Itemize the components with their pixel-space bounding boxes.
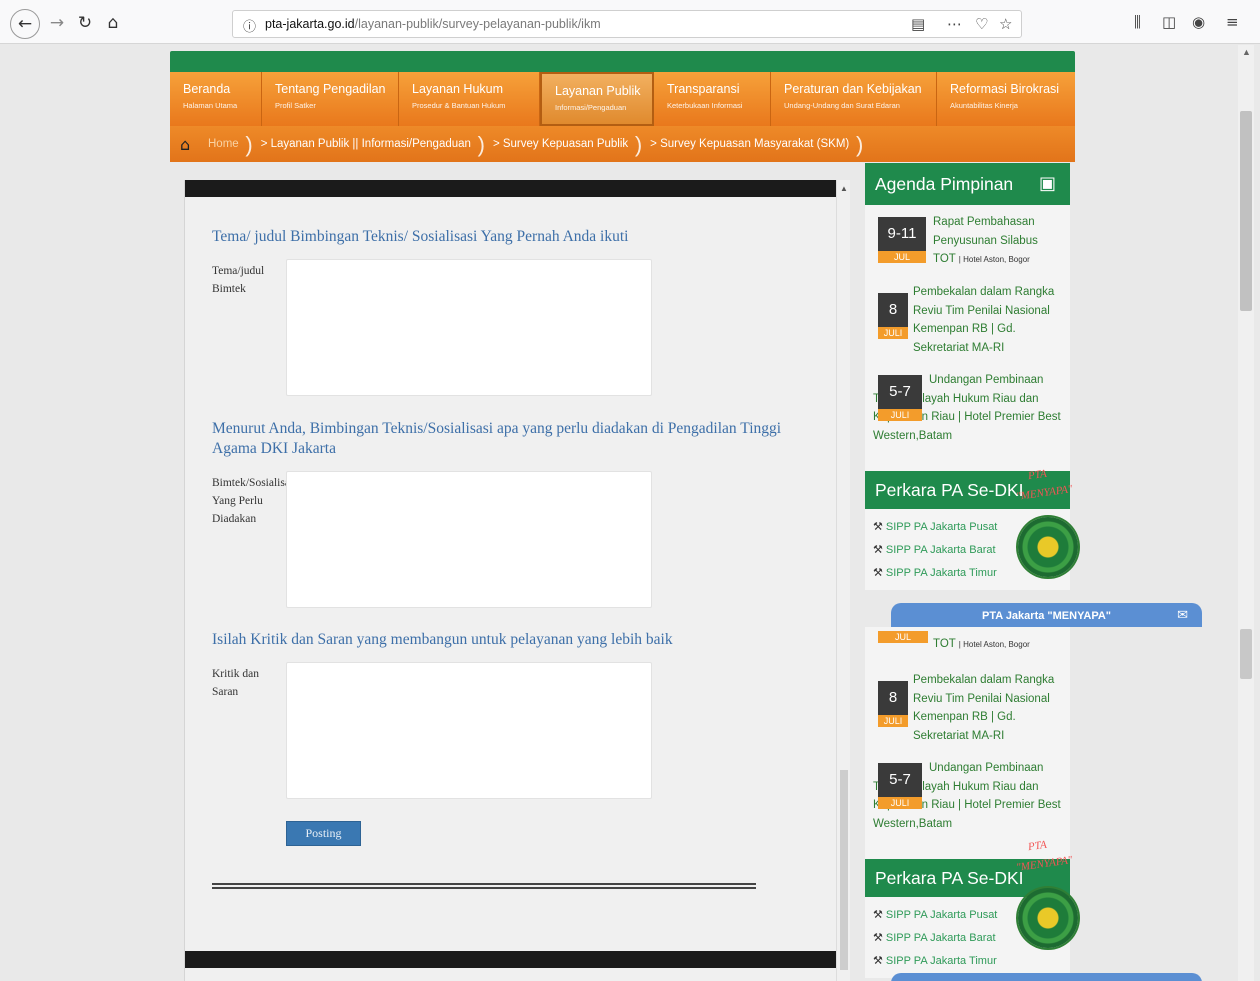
posting-button[interactable]: Posting [286,821,361,846]
star-icon[interactable]: ☆ [999,15,1012,33]
pta-logo-icon[interactable] [1018,888,1078,948]
forward-arrow-icon[interactable]: → [44,10,70,36]
field-label-2: Bimtek/Sosialisasi Yang Perlu Diadakan [212,477,286,525]
question-title-2: Menurut Anda, Bimbingan Teknis/Sosialisa… [212,420,782,457]
site-header: Beranda Halaman Utama Tentang Pengadilan P… [170,51,1075,162]
date-badge: JUL [878,631,928,643]
kritik-saran-textarea[interactable] [286,662,652,799]
sipp-link-timur[interactable]: ⚒ SIPP PA Jakarta Timur [873,949,1062,972]
gavel-icon: ⚒ [873,931,883,944]
address-bar[interactable]: ⓘ pta-jakarta.go.id/layanan-publik/surve… [232,10,1022,38]
gavel-icon: ⚒ [873,566,883,579]
field-label-1: Tema/judul Bimtek [212,265,265,295]
panel-top-bar [185,180,837,197]
menu-item-layanan-hukum[interactable]: Layanan Hukum Prosedur & Bantuan Hukum [399,72,540,126]
reload-icon[interactable]: ↻ [72,10,98,36]
menyapa-chat-bar-repeat[interactable] [891,973,1202,981]
home-icon[interactable]: ⌂ [100,10,126,36]
date-badge: 8 JULI [878,681,908,727]
agenda-item[interactable]: 8 JULI Pembekalan dalam Rangka Reviu Tim … [873,667,1062,755]
date-badge: 8 JULI [878,293,908,339]
menyapa-chat-bar[interactable]: PTA Jakarta "MENYAPA" ✉ [891,603,1202,627]
breadcrumb-layanan-publik[interactable]: > Layanan Publik || Informasi/Pengaduan [261,132,486,158]
account-icon[interactable]: ◉ [1192,13,1205,31]
logo-text-pta: PTA [1027,838,1048,854]
logo-text-pta: PTA [1027,467,1048,483]
reader-icon[interactable]: ▤ [911,15,925,33]
gavel-icon: ⚒ [873,908,883,921]
gavel-icon: ⚒ [873,954,883,967]
more-icon[interactable]: ⋯ [947,15,962,33]
calendar-icon: ▣ [1038,173,1056,194]
pocket-icon[interactable]: ♡ [975,15,988,33]
header-green-bar [170,51,1075,72]
library-icon[interactable]: ⫼ [1134,13,1141,31]
perkara-title: Perkara PA Se-DKI [875,868,1024,888]
agenda-item[interactable]: JUL TOT | Hotel Aston, Bogor [873,631,1062,667]
agenda-item[interactable]: 5-7 JULI Undangan Pembinaan Teknis Wilaya… [873,367,1062,467]
sosialisasi-textarea[interactable] [286,471,652,608]
survey-form-panel: Tema/ judul Bimbingan Teknis/ Sosialisas… [184,180,837,981]
perkara-title: Perkara PA Se-DKI [875,480,1024,500]
panel-scrollbar[interactable]: ▲ [836,180,850,981]
agenda-item[interactable]: 8 JULI Pembekalan dalam Rangka Reviu Tim … [873,279,1062,367]
main-menu: Beranda Halaman Utama Tentang Pengadilan P… [170,72,1075,126]
page-scroll-thumb[interactable] [1240,111,1252,311]
page-scrollbar[interactable]: ▲ [1238,45,1254,981]
url-text[interactable]: pta-jakarta.go.id/layanan-publik/survey-… [265,17,601,31]
field-label-3: Kritik dan Saran [212,668,259,698]
menu-item-reformasi[interactable]: Reformasi Birokrasi Akuntabilitas Kinerja [937,72,1075,126]
breadcrumb-skm[interactable]: > Survey Kepuasan Masyarakat (SKM) [650,132,863,158]
menu-icon[interactable]: ≡ [1226,13,1239,31]
panel-scroll-thumb[interactable] [840,770,848,970]
sidebar-icon[interactable]: ◫ [1162,13,1176,31]
mail-icon[interactable]: ✉ [1177,603,1188,629]
menu-item-transparansi[interactable]: Transparansi Keterbukaan Informasi [654,72,771,126]
page-viewport: Beranda Halaman Utama Tentang Pengadilan P… [6,45,1238,981]
agenda-item[interactable]: 9-11 JUL Rapat Pembahasan Penyusunan Sila… [873,209,1062,279]
agenda-list: 9-11 JUL Rapat Pembahasan Penyusunan Sila… [865,205,1070,471]
bimtek-textarea[interactable] [286,259,652,396]
page-scroll-thumb-secondary[interactable] [1240,629,1252,679]
divider [212,883,756,889]
panel-bottom-bar [185,951,837,968]
menu-item-layanan-publik[interactable]: Layanan Publik Informasi/Pengaduan [540,72,654,126]
agenda-title: Agenda Pimpinan [875,174,1014,194]
question-title-3: Isilah Kritik dan Saran yang membangun u… [212,631,673,648]
info-icon[interactable]: ⓘ [243,16,256,35]
scroll-up-icon[interactable]: ▲ [1242,47,1251,57]
gavel-icon: ⚒ [873,543,883,556]
home-icon[interactable]: ⌂ [180,135,198,154]
back-arrow-icon[interactable]: ← [10,9,40,39]
breadcrumb-survey-kepuasan[interactable]: > Survey Kepuasan Publik [493,132,642,158]
agenda-header: Agenda Pimpinan ▣ [865,163,1070,205]
agenda-list-repeat: JUL TOT | Hotel Aston, Bogor 8 JULI Pembe… [865,627,1070,859]
browser-toolbar: ← → ↻ ⌂ ⓘ pta-jakarta.go.id/layanan-publ… [0,0,1260,44]
question-title-1: Tema/ judul Bimbingan Teknis/ Sosialisas… [212,228,629,245]
date-badge: 5-7 JULI [878,375,922,421]
breadcrumb: ⌂ Home > Layanan Publik || Informasi/Pen… [170,126,1075,162]
gavel-icon: ⚒ [873,520,883,533]
menu-item-peraturan[interactable]: Peraturan dan Kebijakan Undang-Undang dan… [771,72,937,126]
date-badge: 9-11 JUL [878,217,926,263]
pta-logo-icon[interactable] [1018,517,1078,577]
menu-item-beranda[interactable]: Beranda Halaman Utama [170,72,262,126]
scroll-up-icon[interactable]: ▲ [840,184,848,193]
menu-item-tentang[interactable]: Tentang Pengadilan Profil Satker [262,72,399,126]
date-badge: 5-7 JULI [878,763,922,809]
breadcrumb-home[interactable]: Home [208,132,252,158]
